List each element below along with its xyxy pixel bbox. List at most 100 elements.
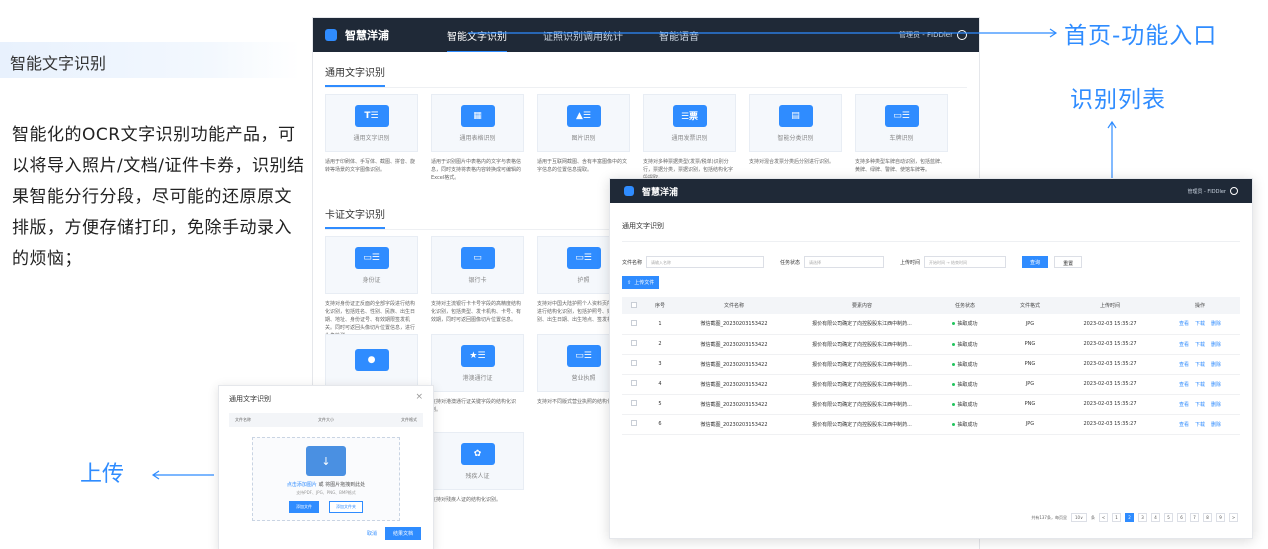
card-thumbnail[interactable]: ▭☰ 身份证 — [325, 236, 418, 294]
card-thumbnail[interactable]: ★☰ 港澳通行证 — [431, 334, 524, 392]
avatar-icon[interactable] — [1230, 187, 1238, 195]
card-thumbnail[interactable]: ✿ 残疾人证 — [431, 432, 524, 490]
confirm-button[interactable]: 结果文档 — [384, 527, 421, 540]
upload-annotation: 上传 — [80, 462, 125, 487]
page-title: 通用文字识别 — [622, 203, 1240, 242]
card-thumbnail[interactable]: ▭☰ 车牌识别 — [855, 94, 948, 152]
page-size-select[interactable]: 10∨ — [1070, 513, 1087, 522]
row-checkbox[interactable] — [631, 340, 637, 346]
feature-card[interactable]: ▦ 通用表格识别适用于识别图片中表格内的文字与表格信息，同时支持将表格内容转换成可… — [431, 94, 524, 192]
page-button[interactable]: 9 — [1216, 513, 1225, 522]
page-button[interactable]: 8 — [1203, 513, 1212, 522]
feature-card[interactable]: ▭ 银行卡 支持对主流银行卡卡号字段的高精度结构化识别，包括类型、发卡机构、卡号、有… — [431, 236, 524, 334]
table-row[interactable]: 2 微信截图_20230203153422 报价有限公司确定了向控股股东江西中制药.… — [622, 334, 1240, 355]
download-link[interactable]: 下载 — [1195, 422, 1205, 428]
delete-link[interactable]: 删除 — [1211, 321, 1221, 327]
row-checkbox[interactable] — [631, 380, 637, 386]
logo-icon — [624, 186, 634, 196]
section-heading: 智能文字识别 — [0, 42, 300, 78]
download-link[interactable]: 下载 — [1195, 321, 1205, 327]
col-file-format: 文件格式 — [401, 417, 417, 422]
row-checkbox[interactable] — [631, 420, 637, 426]
row-file-name: 微信截图_20230203153422 — [674, 354, 794, 375]
feature-card[interactable]: ★☰ 港澳通行证 支持对港澳通行证关键字段的结构化识别。 — [431, 334, 524, 432]
card-thumbnail[interactable]: T☰ 通用文字识别 — [325, 94, 418, 152]
prev-page-button[interactable]: < — [1099, 513, 1108, 522]
view-link[interactable]: 查看 — [1179, 362, 1189, 368]
row-no: 5 — [646, 394, 674, 415]
download-link[interactable]: 下载 — [1195, 362, 1205, 368]
add-file-button[interactable]: 添加文件 — [289, 501, 319, 513]
row-file-name: 微信截图_20230203153422 — [674, 394, 794, 415]
select-all-checkbox[interactable] — [631, 301, 637, 308]
card-thumbnail[interactable]: ▲☰ 图片识别 — [537, 94, 630, 152]
delete-link[interactable]: 删除 — [1211, 422, 1221, 428]
card-thumbnail[interactable]: ▭ 银行卡 — [431, 236, 524, 294]
feature-card[interactable]: ✿ 残疾人证 支持对残疾人证的结构化识别。 — [431, 432, 524, 530]
reset-button[interactable]: 重置 — [1054, 256, 1083, 268]
page-button[interactable]: 2 — [1125, 513, 1134, 522]
row-checkbox[interactable] — [631, 400, 637, 406]
table-row[interactable]: 4 微信截图_20230203153422 报价有限公司确定了向控股股东江西中制药.… — [622, 374, 1240, 395]
delete-link[interactable]: 删除 — [1211, 362, 1221, 368]
view-link[interactable]: 查看 — [1179, 382, 1189, 388]
delete-link[interactable]: 删除 — [1211, 342, 1221, 348]
table-row[interactable]: 1 微信截图_20230203153422 报价有限公司确定了向控股股东江西中制药.… — [622, 314, 1240, 335]
row-time: 2023-02-03 15:35:27 — [1060, 374, 1160, 395]
page-button[interactable]: 1 — [1112, 513, 1121, 522]
pagination: 共有137条，每页显 10∨ 条 < 123456789 > — [1031, 513, 1238, 522]
card-name: 通用文字识别 — [353, 134, 390, 142]
row-file-name: 微信截图_20230203153422 — [674, 314, 794, 335]
download-link[interactable]: 下载 — [1195, 402, 1205, 408]
status-select[interactable]: 请选择 — [804, 256, 885, 268]
view-link[interactable]: 查看 — [1179, 422, 1189, 428]
row-time: 2023-02-03 15:35:27 — [1060, 334, 1160, 355]
table-row[interactable]: 3 微信截图_20230203153422 报价有限公司确定了向控股股东江西中制药.… — [622, 354, 1240, 375]
table-row[interactable]: 6 微信截图_20230203153422 报价有限公司确定了向控股股东江西中制药.… — [622, 414, 1240, 435]
delete-link[interactable]: 删除 — [1211, 402, 1221, 408]
row-content: 报价有限公司确定了向控股股东江西中制药... — [794, 314, 930, 335]
download-link[interactable]: 下载 — [1195, 342, 1205, 348]
card-description: 适用于识别图片中表格内的文字与表格信息，同时支持将表格内容转换成可编辑的Exce… — [431, 159, 522, 181]
home-arrow-icon — [468, 28, 1058, 38]
file-name-input[interactable]: 请输入名称 — [646, 256, 765, 268]
page-button[interactable]: 3 — [1138, 513, 1147, 522]
card-thumbnail[interactable]: ▤ 智能分类识别 — [749, 94, 842, 152]
page-button[interactable]: 4 — [1151, 513, 1160, 522]
row-format: JPG — [1000, 374, 1060, 395]
page-button[interactable]: 5 — [1164, 513, 1173, 522]
delete-link[interactable]: 删除 — [1211, 382, 1221, 388]
time-range-picker[interactable]: 开始时间 → 结束时间 — [924, 256, 1007, 268]
row-content: 报价有限公司确定了向控股股东江西中制药... — [794, 334, 930, 355]
feature-card[interactable]: T☰ 通用文字识别 适用于印刷体、手写体、截图、拼音、旋转等场景的文字图像识别。 — [325, 94, 418, 192]
view-link[interactable]: 查看 — [1179, 342, 1189, 348]
card-icon: ▤ — [778, 104, 813, 127]
view-link[interactable]: 查看 — [1179, 402, 1189, 408]
card-thumbnail[interactable]: ● — [325, 334, 418, 392]
table-row[interactable]: 5 微信截图_20230203153422 报价有限公司确定了向控股股东江西中制药.… — [622, 394, 1240, 415]
card-thumbnail[interactable]: ☰票 通用发票识别 — [643, 94, 736, 152]
upload-file-button[interactable]: ⇪ 上传文件 — [622, 276, 660, 289]
download-link[interactable]: 下载 — [1195, 382, 1205, 388]
row-checkbox[interactable] — [631, 319, 637, 326]
card-name: 图片识别 — [571, 134, 596, 142]
close-icon[interactable]: × — [415, 392, 423, 402]
col-actions: 操作 — [1160, 297, 1240, 314]
drop-zone[interactable]: ↓ 点击添加图片 或 将图片拖拽到此处 支持PDF、JPG、PNG、BMP格式 … — [252, 437, 400, 521]
page-button[interactable]: 7 — [1190, 513, 1199, 522]
next-page-button[interactable]: > — [1229, 513, 1238, 522]
card-thumbnail[interactable]: ▦ 通用表格识别 — [431, 94, 524, 152]
add-folder-button[interactable]: 添加文件夹 — [329, 501, 363, 513]
recognition-table: 序号 文件名称 要素内容 任务状态 文件格式 上传时间 操作 1 微信截图_202… — [622, 297, 1240, 435]
page-button[interactable]: 6 — [1177, 513, 1186, 522]
cancel-button[interactable]: 取消 — [367, 530, 377, 537]
user-menu[interactable]: 管理员 - FIDDler — [1187, 187, 1238, 195]
row-checkbox[interactable] — [631, 360, 637, 366]
row-file-name: 微信截图_20230203153422 — [674, 334, 794, 355]
view-link[interactable]: 查看 — [1179, 321, 1189, 327]
query-button[interactable]: 查询 — [1022, 256, 1049, 268]
brand-name: 智慧洋浦 — [345, 29, 389, 42]
user-name: 管理员 - FIDDler — [1187, 188, 1226, 195]
feature-card[interactable]: ▭☰ 身份证 支持对身份证正反面的全部字段进行结构化识别，包括姓名、性别、民族、出生… — [325, 236, 418, 334]
card-icon: ▭ — [460, 246, 495, 269]
